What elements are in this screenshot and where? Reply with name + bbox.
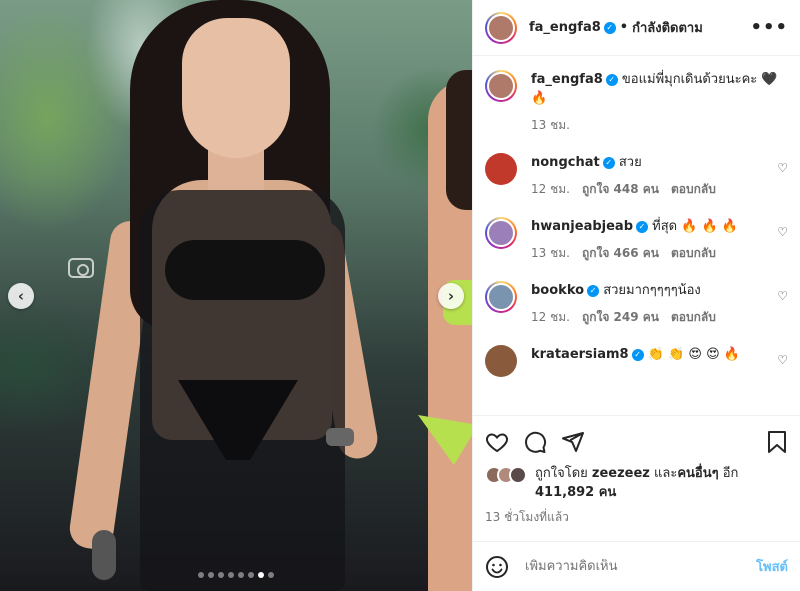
bookmark-icon[interactable]	[766, 430, 788, 454]
more-options-icon[interactable]: •••	[750, 17, 788, 38]
commenter-avatar[interactable]	[485, 281, 517, 313]
reply-button[interactable]: ตอบกลับ	[671, 308, 716, 327]
comment-row: bookko ✓ สวยมากๆๆๆๆน้อง 12 ชม. ถูกใจ 249 …	[485, 281, 788, 327]
comment-text: สวยมากๆๆๆๆน้อง	[603, 283, 701, 298]
carousel-dot	[208, 572, 214, 578]
caption-time: 13 ชม.	[531, 118, 570, 132]
instagram-post-view: ‹ › fa_engfa8 ✓ • กำลังติดตาม ••• fa_eng…	[0, 0, 800, 591]
carousel-dot	[268, 572, 274, 578]
comment-row: nongchat ✓ สวย 12 ชม. ถูกใจ 448 คน ตอบกลั…	[485, 153, 788, 199]
main-model	[67, 0, 381, 591]
comment-username[interactable]: hwanjeabjeab	[531, 219, 633, 234]
post-timestamp[interactable]: 13 ชั่วโมงที่แล้ว	[485, 508, 788, 527]
comment-text: สวย	[618, 155, 642, 170]
likers-avatars	[485, 466, 527, 484]
comment-username[interactable]: bookko	[531, 283, 584, 298]
comment-icon[interactable]	[523, 430, 547, 454]
comment-likes[interactable]: ถูกใจ 249 คน	[582, 308, 659, 327]
author-avatar[interactable]	[485, 11, 517, 44]
post-photo[interactable]: ‹ ›	[0, 0, 472, 591]
heart-icon[interactable]	[485, 430, 509, 454]
likes-middle: และ	[654, 466, 678, 481]
post-actions: ถูกใจโดย zeezeez และคนอื่นๆ อีก 411,892 …	[473, 415, 800, 527]
comment-likes[interactable]: ถูกใจ 448 คน	[582, 180, 659, 199]
comment-text: ที่สุด 🔥 🔥 🔥	[652, 219, 739, 234]
caption-username[interactable]: fa_engfa8	[531, 72, 603, 87]
verified-badge-icon: ✓	[631, 348, 644, 361]
carousel-dot	[218, 572, 224, 578]
carousel-dot	[248, 572, 254, 578]
post-sidebar: fa_engfa8 ✓ • กำลังติดตาม ••• fa_engfa8 ✓…	[472, 0, 800, 591]
author-username[interactable]: fa_engfa8	[529, 20, 601, 35]
following-status-button[interactable]: กำลังติดตาม	[632, 17, 703, 38]
comment-text: 👏 👏 😍 😍 🔥	[647, 347, 740, 362]
post-comment-button[interactable]: โพสต์	[756, 556, 788, 577]
small-heart-icon[interactable]: ♡	[777, 353, 788, 367]
camera-watermark-icon	[68, 258, 94, 278]
likes-summary: ถูกใจโดย zeezeez และคนอื่นๆ อีก 411,892 …	[485, 464, 788, 502]
comment-input[interactable]	[525, 559, 757, 574]
verified-badge-icon: ✓	[587, 284, 600, 297]
smiley-icon[interactable]	[485, 555, 509, 579]
comment-time: 12 ชม.	[531, 310, 570, 324]
comment-row: hwanjeabjeab ✓ ที่สุด 🔥 🔥 🔥 13 ชม. ถูกใจ …	[485, 217, 788, 263]
verified-badge-icon: ✓	[636, 220, 648, 233]
comment-time: 12 ชม.	[531, 182, 570, 196]
verified-badge-icon: ✓	[603, 21, 616, 34]
reply-button[interactable]: ตอบกลับ	[671, 180, 716, 199]
post-header: fa_engfa8 ✓ • กำลังติดตาม •••	[473, 0, 800, 56]
small-heart-icon[interactable]: ♡	[777, 289, 788, 303]
likes-prefix: ถูกใจโดย	[535, 466, 588, 481]
background-model	[408, 70, 472, 591]
verified-badge-icon: ✓	[602, 156, 615, 169]
likes-count[interactable]: 411,892 คน	[535, 485, 616, 500]
commenter-avatar[interactable]	[485, 217, 517, 249]
add-comment-bar: โพสต์	[473, 541, 800, 591]
likes-suffix: อีก	[722, 466, 739, 481]
comment-username[interactable]: nongchat	[531, 155, 600, 170]
caption: fa_engfa8 ✓ ขอแม่พี่มุกเดินด้วยนะคะ 🖤 🔥 1…	[485, 70, 788, 135]
carousel-dot	[238, 572, 244, 578]
commenter-avatar[interactable]	[485, 153, 517, 185]
carousel-dot	[258, 572, 264, 578]
carousel-prev-button[interactable]: ‹	[8, 283, 34, 309]
comment-row: krataersiam8 ✓ 👏 👏 😍 😍 🔥 ♡	[485, 345, 788, 377]
caption-avatar[interactable]	[485, 70, 517, 102]
carousel-dot	[198, 572, 204, 578]
verified-badge-icon: ✓	[605, 73, 618, 86]
commenter-avatar[interactable]	[485, 345, 517, 377]
reply-button[interactable]: ตอบกลับ	[671, 244, 716, 263]
small-heart-icon[interactable]: ♡	[777, 225, 788, 239]
carousel-dot	[228, 572, 234, 578]
follow-separator: •	[619, 20, 629, 35]
comments-list[interactable]: fa_engfa8 ✓ ขอแม่พี่มุกเดินด้วยนะคะ 🖤 🔥 1…	[473, 56, 800, 415]
liker-username[interactable]: zeezeez	[592, 466, 650, 481]
carousel-indicator	[0, 572, 472, 578]
send-icon[interactable]	[561, 430, 585, 454]
comment-username[interactable]: krataersiam8	[531, 347, 629, 362]
carousel-next-button[interactable]: ›	[438, 283, 464, 309]
comment-time: 13 ชม.	[531, 246, 570, 260]
comment-likes[interactable]: ถูกใจ 466 คน	[582, 244, 659, 263]
likes-others-link[interactable]: คนอื่นๆ	[677, 466, 718, 481]
small-heart-icon[interactable]: ♡	[777, 161, 788, 175]
